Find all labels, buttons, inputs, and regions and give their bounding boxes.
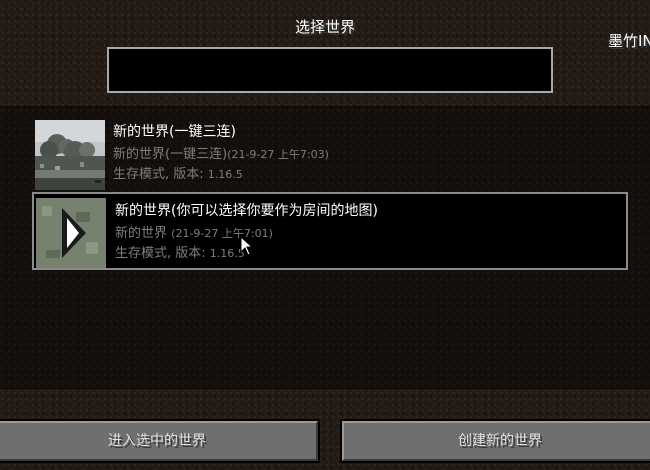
- world-entry-2[interactable]: 新的世界(你可以选择你要作为房间的地图) 新的世界 (21-9-27 上午7:0…: [32, 192, 628, 270]
- world-date: (21-9-27 上午7:01): [171, 227, 273, 240]
- world-name: 新的世界(你可以选择你要作为房间的地图): [115, 203, 378, 219]
- play-arrow-thumbnail[interactable]: [36, 198, 106, 268]
- world-version: 1.16.5: [207, 168, 243, 181]
- mouse-pointer-icon: [240, 235, 254, 260]
- world-folder: 新的世界: [115, 226, 168, 241]
- world-entry-1[interactable]: 新的世界(一键三连) 新的世界(一键三连)(21-9-27 上午7:03) 生存…: [32, 113, 628, 191]
- search-input[interactable]: [107, 47, 553, 93]
- world-folder-date: 新的世界(一键三连)(21-9-27 上午7:03): [113, 143, 329, 162]
- world-mode: 生存模式, 版本:: [113, 167, 204, 182]
- corner-label: 墨竹IN: [608, 32, 650, 50]
- world-date: (21-9-27 上午7:03): [227, 148, 329, 161]
- tree-landscape-thumbnail: [35, 120, 105, 190]
- world-mode: 生存模式, 版本:: [115, 246, 206, 261]
- header-bar: 选择世界 墨竹IN: [0, 0, 650, 106]
- world-name: 新的世界(一键三连): [113, 124, 236, 140]
- world-list[interactable]: 新的世界(一键三连) 新的世界(一键三连)(21-9-27 上午7:03) 生存…: [0, 106, 650, 389]
- world-mode-version: 生存模式, 版本: 1.16.5: [115, 242, 245, 261]
- create-new-world-button[interactable]: 创建新的世界: [340, 419, 650, 463]
- page-title: 选择世界: [294, 18, 355, 36]
- world-folder: 新的世界(一键三连): [113, 147, 228, 162]
- play-selected-world-button[interactable]: 进入选中的世界: [0, 419, 320, 463]
- world-mode-version: 生存模式, 版本: 1.16.5: [113, 163, 243, 182]
